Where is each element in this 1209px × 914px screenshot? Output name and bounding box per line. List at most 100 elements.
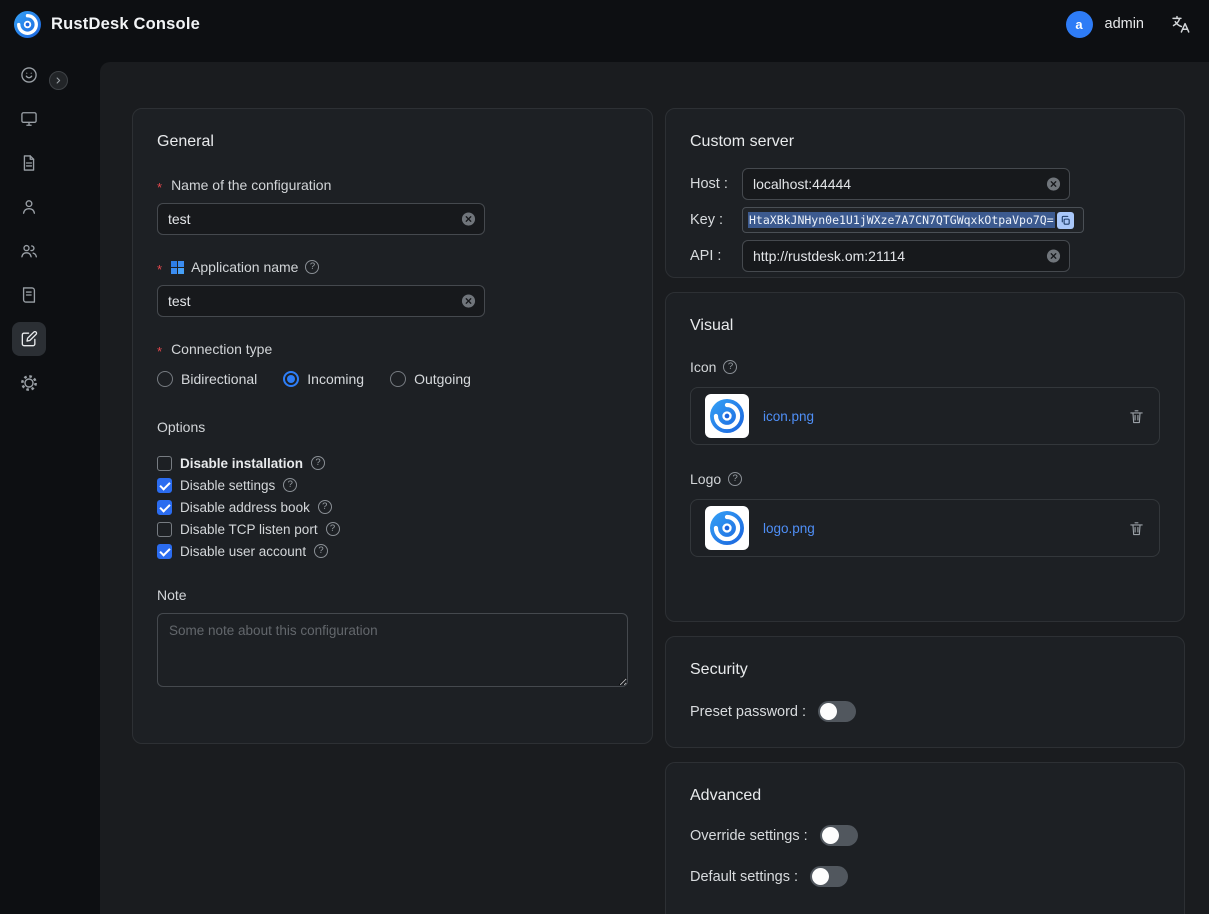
checkbox-control[interactable]: [157, 478, 172, 493]
help-icon[interactable]: ?: [283, 478, 297, 492]
visual-card: Visual Icon ?: [665, 292, 1185, 622]
sidebar-item-custom-clients[interactable]: [12, 322, 46, 356]
help-icon[interactable]: ?: [723, 360, 737, 374]
radio-control[interactable]: [283, 371, 299, 387]
advanced-card: Advanced Override settings : Default set…: [665, 762, 1185, 914]
icon-label: Icon ?: [690, 359, 1160, 375]
help-icon[interactable]: ?: [728, 472, 742, 486]
host-label: Host :: [690, 176, 742, 192]
connection-type-group: Bidirectional Incoming Outgoing: [157, 371, 628, 387]
required-asterisk: *: [157, 262, 162, 277]
clear-icon[interactable]: [1046, 177, 1061, 192]
logo-file-link[interactable]: logo.png: [763, 521, 815, 536]
radio-control[interactable]: [390, 371, 406, 387]
icon-file-link[interactable]: icon.png: [763, 409, 814, 424]
chevron-right-icon: [53, 75, 64, 86]
general-card: General * Name of the configuration *: [132, 108, 653, 744]
sidebar-item-dashboard[interactable]: [12, 58, 46, 92]
security-card: Security Preset password :: [665, 636, 1185, 748]
radio-incoming[interactable]: Incoming: [283, 371, 364, 387]
trash-icon[interactable]: [1128, 520, 1145, 537]
override-settings-label: Override settings :: [690, 828, 808, 844]
default-settings-label: Default settings :: [690, 869, 798, 885]
help-icon[interactable]: ?: [326, 522, 340, 536]
brand: RustDesk Console: [14, 11, 200, 38]
trash-icon[interactable]: [1128, 408, 1145, 425]
sidebar: [0, 48, 58, 914]
top-navbar: RustDesk Console a admin: [0, 0, 1209, 48]
config-name-input[interactable]: [157, 203, 485, 235]
general-title: General: [157, 133, 628, 151]
connection-type-label: * Connection type: [157, 341, 628, 357]
host-input[interactable]: [742, 168, 1070, 200]
copy-icon[interactable]: [1057, 212, 1074, 229]
required-asterisk: *: [157, 344, 162, 359]
key-label: Key :: [690, 212, 742, 228]
logo-file-preview: [705, 506, 749, 550]
custom-server-title: Custom server: [690, 133, 1160, 151]
default-settings-toggle[interactable]: [810, 866, 848, 887]
security-title: Security: [690, 661, 1160, 679]
note-label: Note: [157, 587, 628, 603]
api-label: API :: [690, 248, 742, 264]
help-icon[interactable]: ?: [305, 260, 319, 274]
clear-icon[interactable]: [461, 294, 476, 309]
windows-logo-icon: [171, 261, 184, 274]
sidebar-collapse-button[interactable]: [49, 71, 68, 90]
users-icon: [19, 241, 39, 261]
user-avatar[interactable]: a: [1066, 11, 1093, 38]
sidebar-item-users[interactable]: [12, 190, 46, 224]
icon-file-box: icon.png: [690, 387, 1160, 445]
server-key-value[interactable]: HtaXBkJNHyn0e1U1jWXze7A7CN7QTGWqxkOtpaVp…: [748, 212, 1055, 228]
option-disable-installation[interactable]: Disable installation ?: [157, 455, 628, 471]
server-key-field[interactable]: HtaXBkJNHyn0e1U1jWXze7A7CN7QTGWqxkOtpaVp…: [742, 207, 1084, 233]
options-list: Disable installation ? Disable settings …: [157, 455, 628, 559]
user-icon: [19, 197, 39, 217]
gear-icon: [19, 373, 39, 393]
smiley-icon: [19, 65, 39, 85]
icon-file-preview: [705, 394, 749, 438]
checkbox-control[interactable]: [157, 544, 172, 559]
option-disable-settings[interactable]: Disable settings ?: [157, 477, 628, 493]
monitor-icon: [19, 109, 39, 129]
config-name-label: * Name of the configuration: [157, 177, 628, 193]
note-textarea[interactable]: [157, 613, 628, 687]
app-name-input[interactable]: [157, 285, 485, 317]
sidebar-item-settings[interactable]: [12, 366, 46, 400]
user-name[interactable]: admin: [1105, 16, 1145, 32]
sidebar-item-groups[interactable]: [12, 234, 46, 268]
sidebar-item-address-books[interactable]: [12, 278, 46, 312]
radio-bidirectional[interactable]: Bidirectional: [157, 371, 257, 387]
book-icon: [19, 285, 39, 305]
radio-outgoing[interactable]: Outgoing: [390, 371, 471, 387]
sidebar-item-devices[interactable]: [12, 102, 46, 136]
advanced-title: Advanced: [690, 787, 1160, 805]
custom-server-card: Custom server Host : Key : H: [665, 108, 1185, 278]
translate-icon[interactable]: [1170, 14, 1191, 35]
visual-title: Visual: [690, 317, 1160, 335]
checkbox-control[interactable]: [157, 456, 172, 471]
required-asterisk: *: [157, 180, 162, 195]
main-content: General * Name of the configuration *: [100, 62, 1209, 914]
radio-control[interactable]: [157, 371, 173, 387]
app-title: RustDesk Console: [51, 15, 200, 34]
rustdesk-logo-icon: [14, 11, 41, 38]
logo-label: Logo ?: [690, 471, 1160, 487]
option-disable-user-account[interactable]: Disable user account ?: [157, 543, 628, 559]
help-icon[interactable]: ?: [314, 544, 328, 558]
preset-password-label: Preset password :: [690, 704, 806, 720]
app-name-label: * Application name ?: [157, 259, 628, 275]
clear-icon[interactable]: [461, 212, 476, 227]
help-icon[interactable]: ?: [318, 500, 332, 514]
help-icon[interactable]: ?: [311, 456, 325, 470]
logo-file-box: logo.png: [690, 499, 1160, 557]
api-input[interactable]: [742, 240, 1070, 272]
option-disable-tcp-listen-port[interactable]: Disable TCP listen port ?: [157, 521, 628, 537]
checkbox-control[interactable]: [157, 522, 172, 537]
clear-icon[interactable]: [1046, 249, 1061, 264]
option-disable-address-book[interactable]: Disable address book ?: [157, 499, 628, 515]
preset-password-toggle[interactable]: [818, 701, 856, 722]
override-settings-toggle[interactable]: [820, 825, 858, 846]
checkbox-control[interactable]: [157, 500, 172, 515]
sidebar-item-audit[interactable]: [12, 146, 46, 180]
